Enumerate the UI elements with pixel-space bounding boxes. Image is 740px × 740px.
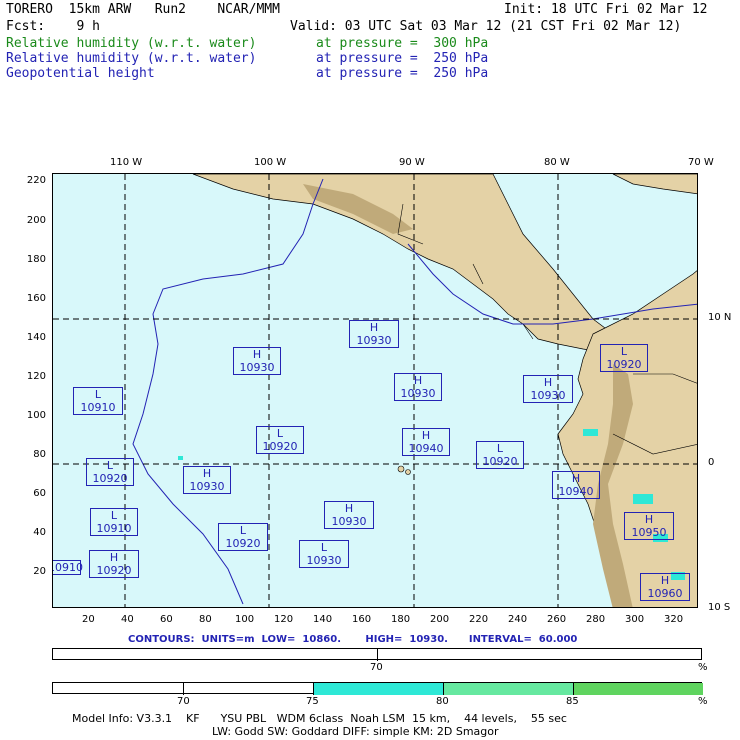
x-tick-20: 20 bbox=[82, 614, 95, 625]
x-tick-200: 200 bbox=[430, 614, 450, 625]
humidity-patch bbox=[633, 494, 653, 504]
y-tick-80: 80 bbox=[33, 449, 46, 460]
x-tick-320: 320 bbox=[664, 614, 684, 625]
rh-300-colorbar-unit: % bbox=[698, 662, 708, 673]
pressure-center-box: L 10920 bbox=[600, 344, 648, 372]
x-tick-220: 220 bbox=[469, 614, 489, 625]
header-init: Init: 18 UTC Fri 02 Mar 12 bbox=[504, 2, 708, 17]
field-geopotential-level: at pressure = 250 hPa bbox=[316, 66, 489, 81]
y-tick-20: 20 bbox=[33, 566, 46, 577]
header-forecast: Fcst: 9 h bbox=[6, 19, 100, 34]
y-tick-40: 40 bbox=[33, 527, 46, 538]
header-title: TORERO 15km ARW Run2 NCAR/MMM bbox=[6, 2, 280, 17]
model-physics: LW: Godd SW: Goddard DIFF: simple KM: 2D… bbox=[212, 725, 499, 738]
pressure-center-box: H 10920 bbox=[89, 550, 139, 578]
pressure-center-box: L 10920 bbox=[256, 426, 304, 454]
pressure-center-box: H 10930 bbox=[394, 373, 442, 401]
lat-label-10s: 10 S bbox=[708, 602, 731, 613]
pressure-center-box: H 10940 bbox=[402, 428, 450, 456]
y-tick-100: 100 bbox=[26, 410, 46, 421]
rh-250-colorbar-label: 70 bbox=[177, 696, 190, 707]
pressure-center-box: 10910 bbox=[53, 560, 83, 575]
pressure-center-box: L 10910 bbox=[73, 387, 123, 415]
pressure-center-box: H 10950 bbox=[624, 512, 674, 540]
rh-300-colorbar bbox=[52, 648, 702, 661]
pressure-center-box: L 10930 bbox=[299, 540, 349, 568]
x-tick-80: 80 bbox=[199, 614, 212, 625]
galapagos-island bbox=[397, 465, 405, 473]
y-tick-200: 200 bbox=[26, 215, 46, 226]
x-tick-240: 240 bbox=[508, 614, 528, 625]
lat-label-0: 0 bbox=[708, 457, 715, 468]
field-rh-300: Relative humidity (w.r.t. water) bbox=[6, 36, 257, 51]
map-panel: H 10930 H 10930 L 10920 H 10930 H 10930 L 1091… bbox=[52, 173, 698, 608]
lon-label-110w: 110 W bbox=[110, 157, 143, 168]
x-tick-100: 100 bbox=[235, 614, 255, 625]
color-swatch-80 bbox=[443, 683, 573, 695]
x-tick-180: 180 bbox=[391, 614, 411, 625]
field-rh-250-level: at pressure = 250 hPa bbox=[316, 51, 489, 66]
header-valid: Valid: 03 UTC Sat 03 Mar 12 (21 CST Fri … bbox=[290, 19, 682, 34]
x-tick-280: 280 bbox=[586, 614, 606, 625]
rh-250-colorbar-label: 80 bbox=[436, 696, 449, 707]
rh-250-colorbar-unit: % bbox=[698, 696, 708, 707]
color-swatch-75 bbox=[313, 683, 443, 695]
pressure-center-box: H 10930 bbox=[324, 501, 374, 529]
field-rh-300-level: at pressure = 300 hPa bbox=[316, 36, 489, 51]
y-tick-120: 120 bbox=[26, 371, 46, 382]
rh-250-colorbar bbox=[52, 682, 703, 695]
lon-label-100w: 100 W bbox=[254, 157, 287, 168]
field-rh-250: Relative humidity (w.r.t. water) bbox=[6, 51, 257, 66]
humidity-patch bbox=[178, 456, 183, 460]
y-tick-60: 60 bbox=[33, 488, 46, 499]
x-tick-120: 120 bbox=[274, 614, 294, 625]
pressure-center-box: H 10930 bbox=[523, 375, 573, 403]
rh-300-colorbar-label: 70 bbox=[370, 662, 383, 673]
humidity-patch bbox=[583, 429, 598, 436]
rh-250-colorbar-label: 75 bbox=[306, 696, 319, 707]
lon-label-90w: 90 W bbox=[399, 157, 425, 168]
x-tick-140: 140 bbox=[313, 614, 333, 625]
y-tick-180: 180 bbox=[26, 254, 46, 265]
map-canvas bbox=[53, 174, 697, 607]
pressure-center-box: L 10910 bbox=[90, 508, 138, 536]
rh-250-colorbar-label: 85 bbox=[566, 696, 579, 707]
y-tick-160: 160 bbox=[26, 293, 46, 304]
pressure-center-box: H 10930 bbox=[233, 347, 281, 375]
lat-label-10n: 10 N bbox=[708, 312, 732, 323]
y-tick-140: 140 bbox=[26, 332, 46, 343]
x-tick-260: 260 bbox=[547, 614, 567, 625]
pressure-center-box: H 10940 bbox=[552, 471, 600, 499]
pressure-center-box: L 10920 bbox=[476, 441, 524, 469]
pressure-center-box: H 10960 bbox=[640, 573, 690, 601]
pressure-center-box: H 10930 bbox=[349, 320, 399, 348]
x-tick-160: 160 bbox=[352, 614, 372, 625]
color-swatch-85 bbox=[573, 683, 703, 695]
pressure-center-box: H 10930 bbox=[183, 466, 231, 494]
field-geopotential: Geopotential height bbox=[6, 66, 155, 81]
model-info: Model Info: V3.3.1 KF YSU PBL WDM 6class… bbox=[72, 712, 567, 725]
x-tick-40: 40 bbox=[121, 614, 134, 625]
x-tick-60: 60 bbox=[160, 614, 173, 625]
pressure-center-box: L 10920 bbox=[218, 523, 268, 551]
lon-label-80w: 80 W bbox=[544, 157, 570, 168]
x-tick-300: 300 bbox=[625, 614, 645, 625]
y-tick-220: 220 bbox=[26, 175, 46, 186]
galapagos-island bbox=[405, 469, 411, 475]
lon-label-70w: 70 W bbox=[688, 157, 714, 168]
contours-info: CONTOURS: UNITS=m LOW= 10860. HIGH= 1093… bbox=[128, 634, 578, 645]
pressure-center-box: L 10920 bbox=[86, 458, 134, 486]
